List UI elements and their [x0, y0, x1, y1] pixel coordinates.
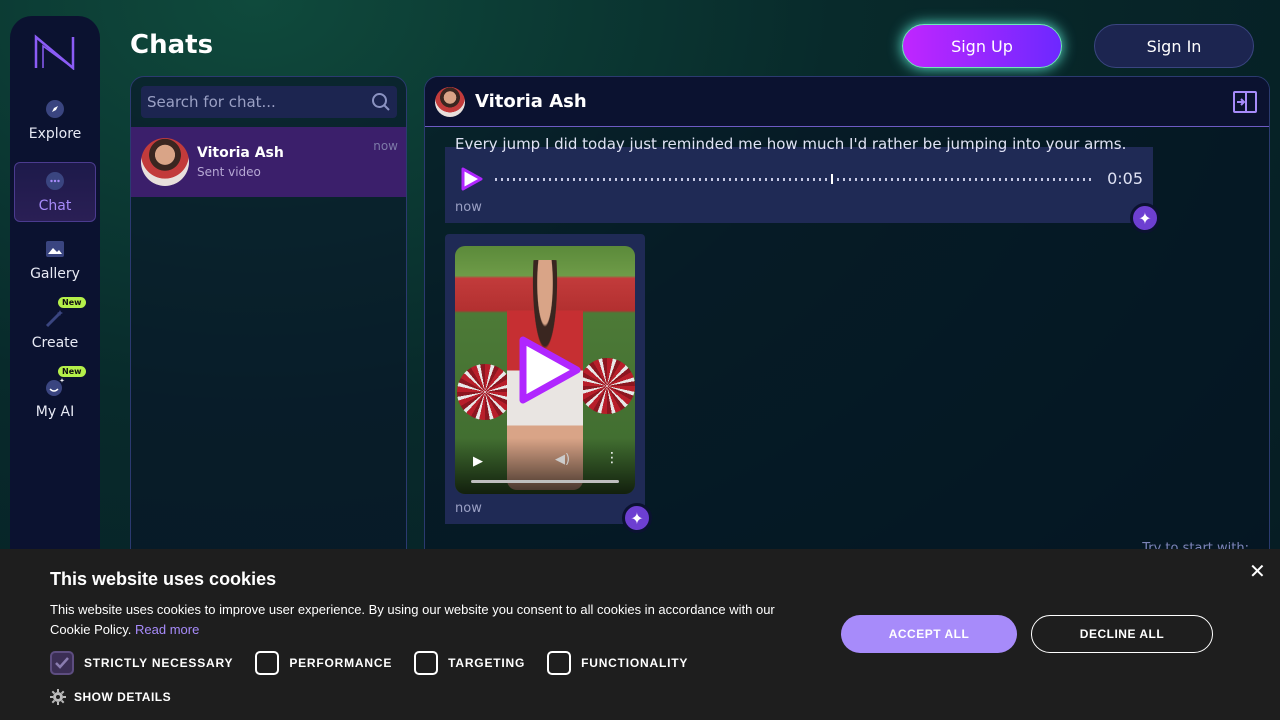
conversation-header: Vitoria Ash — [425, 77, 1269, 127]
sidebar-item-my-ai[interactable]: New My AI — [14, 366, 96, 428]
sidebar-item-label: Chat — [38, 198, 72, 214]
video-controls: ▶ ◀) ⋮ — [455, 438, 635, 494]
cookie-option-strictly-necessary[interactable]: STRICTLY NECESSARY — [50, 651, 233, 675]
checkbox[interactable] — [547, 651, 572, 675]
chat-list-panel: Vitoria Ash Sent video now — [130, 76, 407, 576]
image-icon — [44, 238, 66, 260]
compass-icon — [44, 98, 66, 120]
play-icon[interactable] — [457, 165, 485, 193]
sidebar-item-chat[interactable]: Chat — [14, 162, 96, 222]
sidebar-item-create[interactable]: New Create — [14, 297, 96, 359]
cookie-option-targeting[interactable]: TARGETING — [414, 651, 525, 675]
conversation-contact-name: Vitoria Ash — [475, 91, 587, 112]
sign-in-button[interactable]: Sign In — [1094, 24, 1254, 68]
search-icon[interactable] — [371, 92, 391, 112]
search-input[interactable] — [147, 93, 371, 111]
avatar — [141, 138, 189, 186]
checkbox[interactable] — [50, 651, 74, 675]
sparkle-icon[interactable]: ✦ — [1130, 203, 1160, 233]
sidebar-item-label: Create — [31, 335, 79, 351]
chat-list-item[interactable]: Vitoria Ash Sent video now — [131, 127, 406, 197]
video-play-icon[interactable]: ▶ — [473, 454, 483, 469]
page-title: Chats — [130, 30, 214, 60]
video-progress-bar[interactable] — [471, 480, 619, 483]
cookie-option-label: TARGETING — [448, 656, 526, 670]
audio-message: Every jump I did today just reminded me … — [445, 135, 1153, 223]
chat-timestamp: now — [373, 139, 398, 153]
new-badge: New — [58, 297, 86, 308]
more-options-icon[interactable]: ⋮ — [605, 450, 619, 466]
cookie-title: This website uses cookies — [50, 569, 277, 589]
sidebar-item-label: Gallery — [30, 266, 80, 282]
sidebar-item-explore[interactable]: Explore — [14, 90, 96, 150]
cookie-option-label: PERFORMANCE — [289, 656, 393, 670]
message-text: Every jump I did today just reminded me … — [455, 135, 1127, 153]
message-timestamp: now — [455, 501, 482, 516]
cookie-option-label: FUNCTIONALITY — [581, 656, 689, 670]
checkmark-icon — [55, 657, 69, 669]
checkbox[interactable] — [255, 651, 280, 675]
checkbox[interactable] — [414, 651, 439, 675]
chat-contact-name: Vitoria Ash — [197, 145, 284, 161]
show-details-label: SHOW DETAILS — [74, 690, 172, 704]
logo-icon[interactable] — [33, 34, 77, 70]
cookie-body: This website uses cookies to improve use… — [50, 600, 810, 640]
gear-icon — [50, 689, 66, 705]
cookie-option-label: STRICTLY NECESSARY — [84, 656, 234, 670]
audio-duration: 0:05 — [1107, 169, 1143, 188]
ai-face-icon: New — [44, 366, 86, 398]
message-timestamp: now — [455, 200, 482, 215]
read-more-link[interactable]: Read more — [135, 622, 199, 637]
magic-wand-icon: New — [44, 297, 86, 329]
cookie-option-performance[interactable]: PERFORMANCE — [255, 651, 392, 675]
pom-pom-left — [457, 364, 513, 420]
search-box — [141, 86, 397, 118]
exit-panel-icon[interactable] — [1233, 91, 1257, 113]
sidebar: Explore Chat Gallery New Create New My A… — [10, 16, 100, 576]
sparkle-icon[interactable]: ✦ — [622, 503, 652, 533]
video-player[interactable]: ▶ ◀) ⋮ — [455, 246, 635, 494]
chat-last-message: Sent video — [197, 165, 261, 179]
cookie-banner: This website uses cookies This website u… — [0, 549, 1280, 720]
sidebar-item-gallery[interactable]: Gallery — [14, 230, 96, 290]
close-icon[interactable]: ✕ — [1249, 559, 1266, 584]
accept-all-button[interactable]: ACCEPT ALL — [841, 615, 1017, 653]
cookie-option-functionality[interactable]: FUNCTIONALITY — [547, 651, 688, 675]
avatar[interactable] — [435, 86, 465, 117]
sign-up-button[interactable]: Sign Up — [902, 24, 1062, 68]
pom-pom-right — [579, 358, 635, 414]
sidebar-item-label: My AI — [35, 404, 75, 420]
cookie-options: STRICTLY NECESSARY PERFORMANCE TARGETING… — [50, 651, 688, 675]
audio-waveform[interactable] — [495, 178, 1095, 181]
waveform-playhead — [831, 174, 833, 184]
chat-icon — [44, 170, 66, 192]
show-details-toggle[interactable]: SHOW DETAILS — [50, 689, 171, 705]
decline-all-button[interactable]: DECLINE ALL — [1031, 615, 1213, 653]
volume-icon[interactable]: ◀) — [555, 452, 570, 467]
conversation-panel: Vitoria Ash Every jump I did today just … — [424, 76, 1270, 576]
play-icon[interactable] — [513, 334, 583, 406]
sidebar-item-label: Explore — [28, 126, 82, 142]
new-badge: New — [58, 366, 86, 377]
video-message: ▶ ◀) ⋮ now — [445, 234, 645, 524]
